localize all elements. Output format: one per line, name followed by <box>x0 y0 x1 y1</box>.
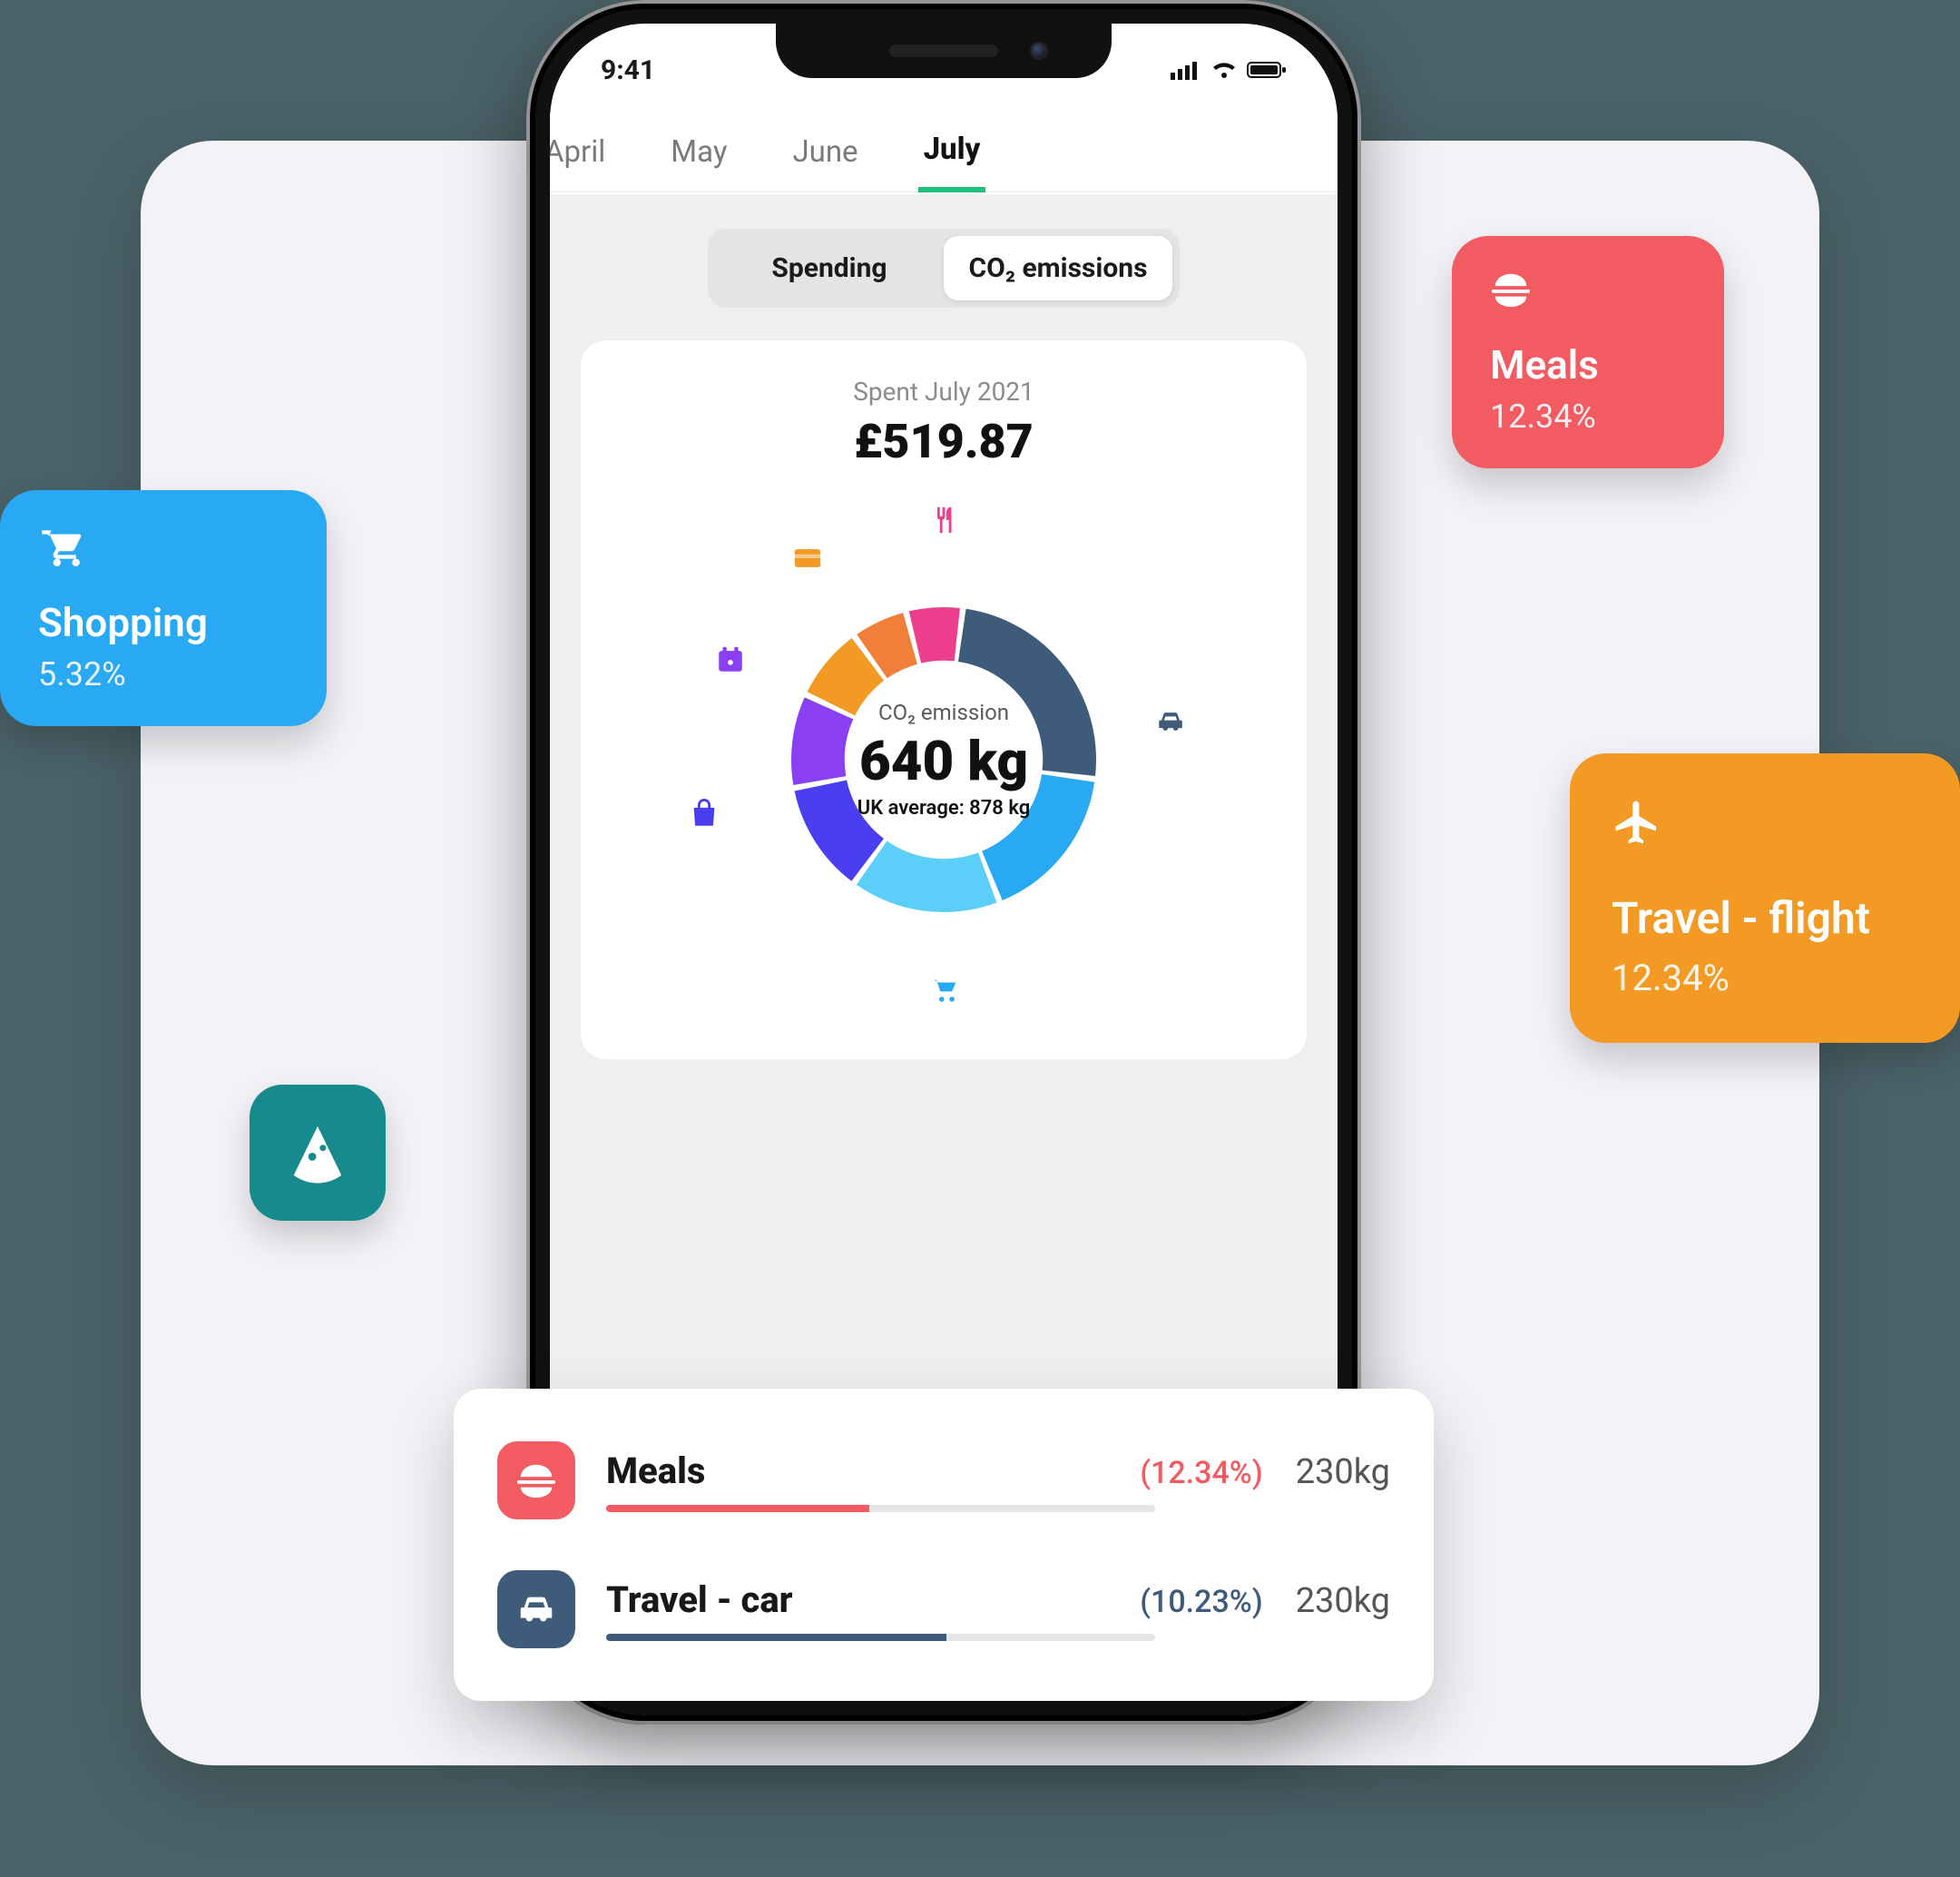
row-name: Travel - car <box>606 1578 1122 1621</box>
cellular-icon <box>1171 60 1201 80</box>
credit-card-icon <box>789 540 826 576</box>
spent-amount: £519.87 <box>608 414 1279 469</box>
battery-icon <box>1247 60 1287 80</box>
tab-july[interactable]: July <box>918 112 986 192</box>
row-bar <box>606 1505 1155 1512</box>
list-item-travel-car[interactable]: Travel - car (10.23%) 230kg <box>497 1554 1390 1665</box>
callout-shopping-value: 5.32% <box>38 655 289 693</box>
tab-june[interactable]: June <box>787 114 863 190</box>
camera-icon <box>1030 42 1048 60</box>
wifi-icon <box>1210 60 1238 80</box>
callout-meals-value: 12.34% <box>1490 398 1686 436</box>
burger-icon <box>1490 269 1686 318</box>
donut-slice <box>857 841 997 912</box>
pizza-icon <box>286 1121 349 1184</box>
category-list-card: Meals (12.34%) 230kg Travel - car (10.23… <box>454 1389 1434 1701</box>
donut-value: 640 kg <box>858 729 1031 793</box>
tab-may[interactable]: May <box>665 114 732 190</box>
spent-label: Spent July 2021 <box>608 377 1279 407</box>
row-kg: 230kg <box>1296 1452 1390 1492</box>
cart-icon <box>38 523 289 575</box>
burger-icon <box>497 1441 575 1519</box>
donut-chart: CO₂ emission 640 kg UK average: 878 kg <box>690 506 1198 1014</box>
row-kg: 230kg <box>1296 1581 1390 1621</box>
month-tabs: April May June July <box>550 113 1338 192</box>
donut-center: CO₂ emission 640 kg UK average: 878 kg <box>858 700 1031 820</box>
callout-flight-title: Travel - flight <box>1612 892 1918 944</box>
callout-meals: Meals 12.34% <box>1452 236 1724 468</box>
summary-card: Spent July 2021 £519.87 <box>581 340 1307 1059</box>
cart-small-icon <box>927 972 964 1008</box>
callout-shopping: Shopping 5.32% <box>0 490 327 726</box>
callout-meals-title: Meals <box>1490 341 1686 388</box>
callout-shopping-title: Shopping <box>38 599 289 646</box>
fork-knife-icon <box>926 502 962 538</box>
donut-slice <box>791 697 853 785</box>
donut-label: CO₂ emission <box>858 700 1031 725</box>
toggle-co2[interactable]: CO₂ emissions <box>944 236 1172 300</box>
chip-pizza <box>250 1085 386 1221</box>
callout-flight-value: 12.34% <box>1612 957 1918 999</box>
row-bar <box>606 1634 1155 1641</box>
toggle-spending[interactable]: Spending <box>715 236 944 300</box>
tab-april[interactable]: April <box>550 114 611 190</box>
bag-icon <box>686 796 722 832</box>
donut-avg: UK average: 878 kg <box>858 797 1031 820</box>
status-time: 9:41 <box>601 54 655 86</box>
calendar-icon <box>712 642 749 678</box>
donut-slice <box>909 607 960 663</box>
row-pct: (12.34%) <box>1140 1455 1262 1491</box>
plane-icon <box>1612 797 1918 856</box>
callout-flight: Travel - flight 12.34% <box>1570 753 1960 1043</box>
view-toggle: Spending CO₂ emissions <box>708 229 1180 308</box>
row-name: Meals <box>606 1450 1122 1492</box>
row-pct: (10.23%) <box>1140 1584 1262 1620</box>
phone-notch <box>776 24 1112 78</box>
car-icon <box>1152 703 1189 740</box>
list-item-meals[interactable]: Meals (12.34%) 230kg <box>497 1425 1390 1536</box>
car-icon <box>497 1570 575 1648</box>
